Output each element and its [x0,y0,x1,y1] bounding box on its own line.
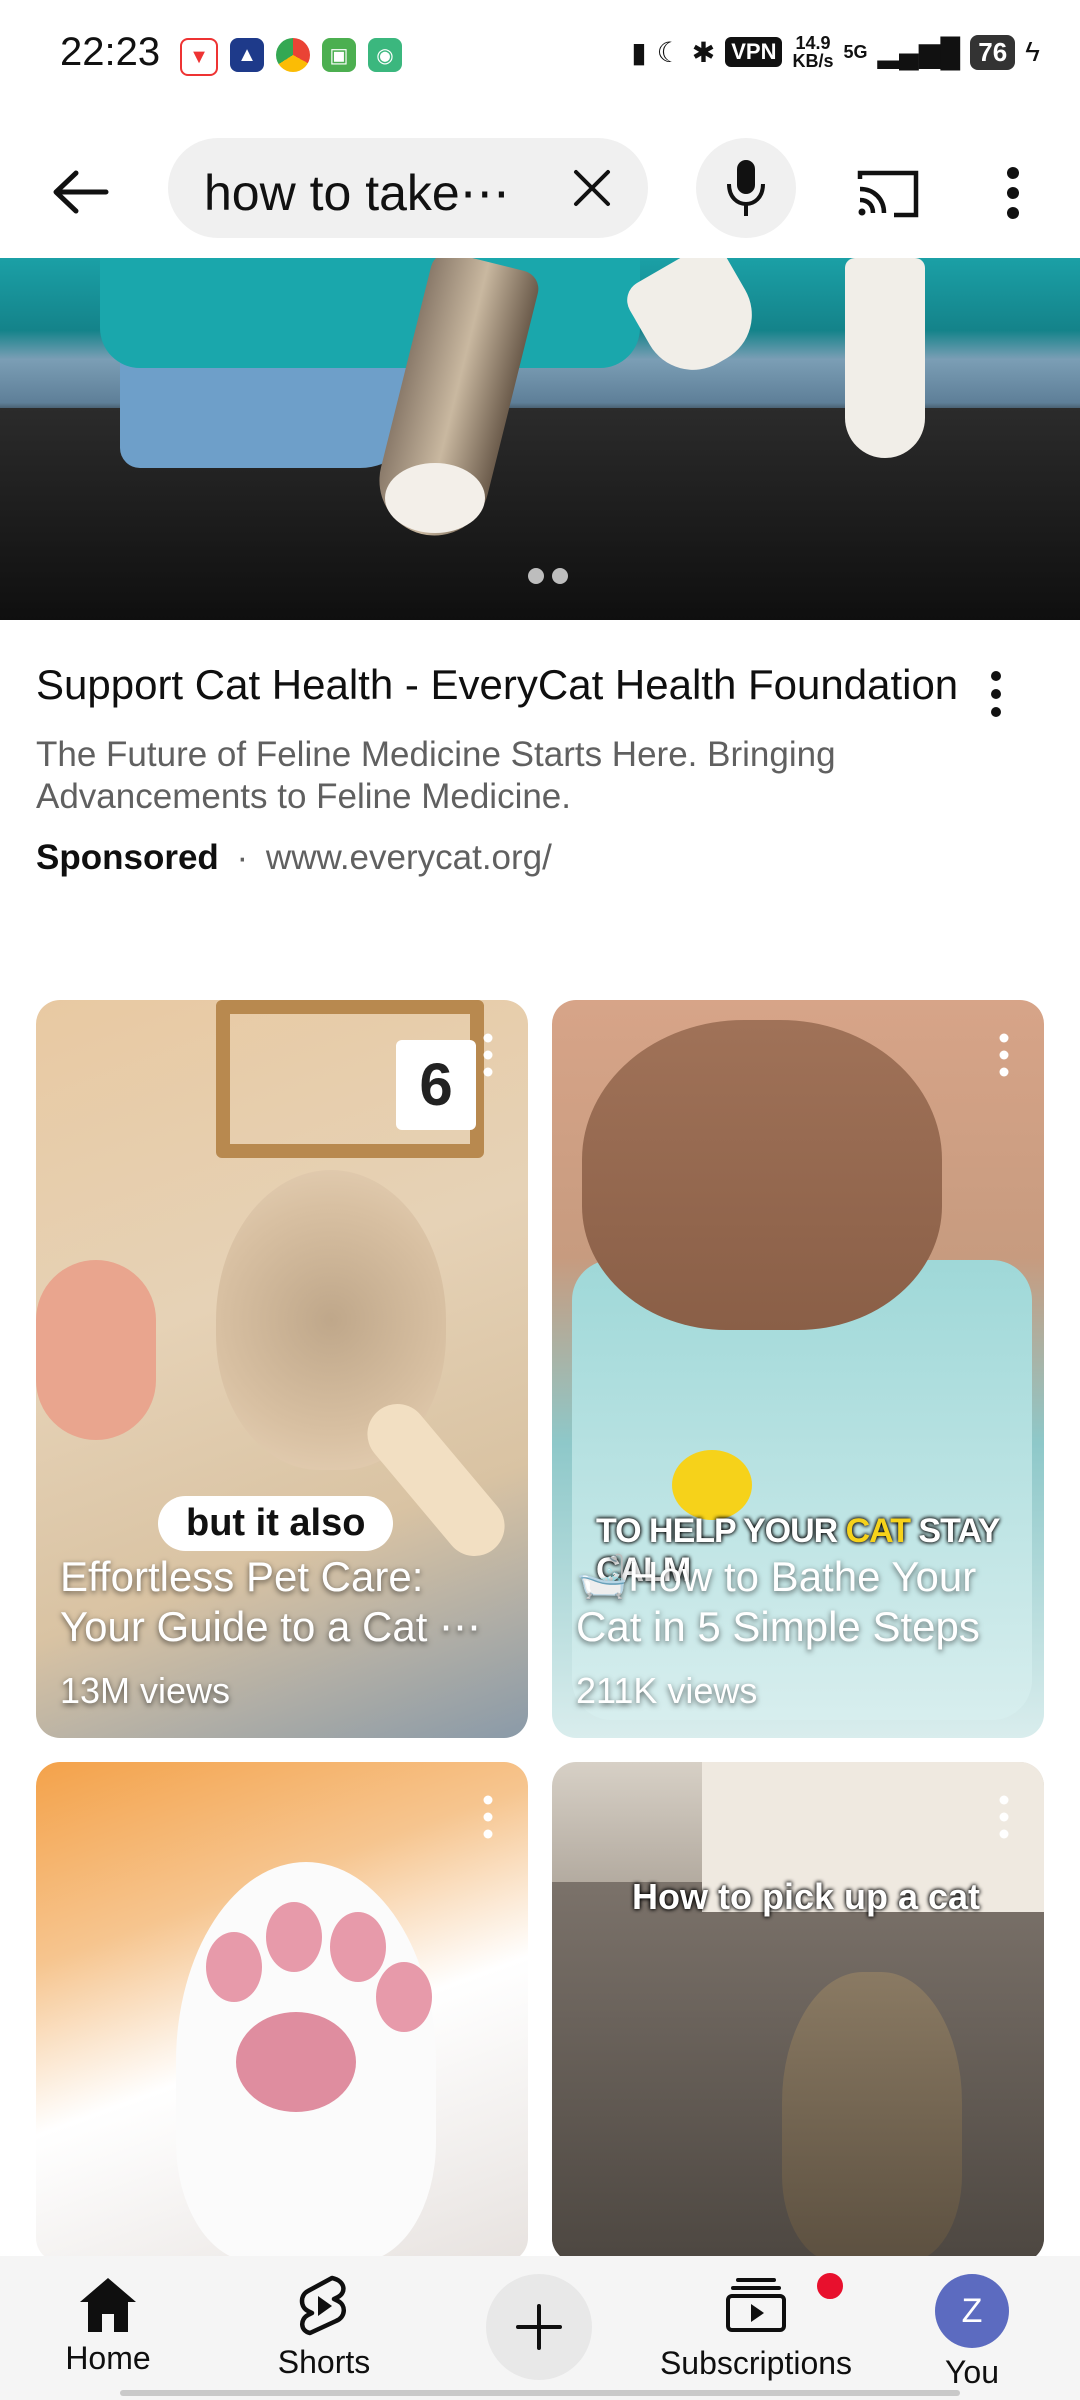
short-card[interactable]: TO HELP YOUR CAT STAY CALM 🛁How to Bathe… [552,1000,1044,1738]
video-overlay-caption: How to pick up a cat [632,1876,981,1917]
meta-separator: · [236,838,249,877]
vertical-dots-icon [999,1033,1009,1077]
nav-shorts[interactable]: Shorts [244,2274,404,2381]
chrome-icon [276,38,310,72]
ad-more-options-button[interactable] [974,664,1018,724]
more-options-button[interactable] [990,158,1036,228]
plus-icon [516,2304,562,2350]
nav-you-label: You [945,2354,999,2390]
short-more-button[interactable] [478,1030,498,1080]
notification-dot [814,2270,846,2302]
short-more-button[interactable] [994,1030,1014,1080]
signal-icon: ▂▄▆█ [877,36,961,68]
vertical-dots-icon [483,1795,493,1839]
rubber-duck [672,1450,752,1520]
bluetooth-icon: ✱ [691,36,716,68]
short-more-button[interactable] [478,1792,498,1842]
app-notification-icon: ▣ [322,38,356,72]
bottom-navigation: Home Shorts Subscriptions Z You [0,2256,1080,2400]
app-notification-icon: ▼ [180,38,218,76]
hotspot-icon: ◉ [368,38,402,72]
ad-meta: Sponsored · www.everycat.org/ [36,838,976,878]
hand [36,1260,156,1440]
home-icon [80,2278,136,2332]
search-header: how to take⋯ [0,130,1080,250]
toe-bean [330,1912,386,1982]
cat-leg [619,258,771,389]
vpn-badge: VPN [725,37,783,67]
charging-icon: ϟ [1025,36,1040,67]
search-box[interactable]: how to take⋯ [168,138,648,238]
nav-home[interactable]: Home [28,2274,188,2377]
status-bar: 22:23 ▼ ▲ ▣ ◉ ▮ ☾ ✱ VPN 14.9 KB/s 5G ▂▄▆… [0,0,1080,110]
cast-icon [857,170,919,218]
paw-pad [236,2012,356,2112]
video-overlay-caption: but it also [158,1496,394,1551]
nav-home-label: Home [65,2340,151,2376]
battery-level: 76 [970,34,1016,70]
short-views: 13M views [60,1670,231,1711]
vertical-dots-icon [999,1795,1009,1839]
subscriptions-icon [726,2278,786,2332]
ad-info[interactable]: Support Cat Health - EveryCat Health Fou… [36,660,976,878]
cast-button[interactable] [848,158,928,228]
short-card[interactable]: How to pick up a cat [552,1762,1044,2262]
moon-icon: ☾ [656,36,682,68]
ad-description: The Future of Feline Medicine Starts Her… [36,735,836,816]
toe-bean [376,1962,432,2032]
cat [782,1972,962,2262]
vertical-dots-icon [991,671,1001,717]
short-card[interactable] [36,1762,528,2262]
vertical-dots-icon [483,1033,493,1077]
number-sign: 6 [396,1040,476,1130]
speed-value: 14.9 [795,33,831,53]
sponsored-label: Sponsored [36,838,219,877]
ad-banner-image[interactable] [0,258,1080,620]
status-time: 22:23 [60,30,161,74]
short-more-button[interactable] [994,1792,1014,1842]
avatar: Z [935,2274,1009,2348]
subscriptions-icon-wrap [724,2270,846,2339]
create-button[interactable] [486,2274,592,2380]
cat-leg [845,258,925,458]
cat-paw [385,463,485,533]
short-card[interactable]: 6 but it also Effortless Pet Care: Your … [36,1000,528,1738]
search-query[interactable]: how to take⋯ [204,164,524,222]
nav-subscriptions-label: Subscriptions [659,2345,853,2381]
back-arrow-icon [53,170,109,214]
app-notification-icon: ▲ [230,38,264,72]
toe-bean [266,1902,322,1972]
status-indicators: ▮ ☾ ✱ VPN 14.9 KB/s 5G ▂▄▆█ 76 ϟ [631,34,1040,70]
ad-title[interactable]: Support Cat Health - EveryCat Health Fou… [36,660,976,710]
nav-shorts-label: Shorts [277,2344,371,2380]
voice-search-button[interactable] [696,138,796,238]
short-title: 🛁How to Bathe Your Cat in 5 Simple Steps [576,1553,980,1650]
carousel-indicator [528,568,568,584]
ad-person-shirt [100,258,640,368]
close-icon [574,170,610,206]
nav-you[interactable]: Z You [892,2274,1052,2391]
network-speed: 14.9 KB/s [792,34,833,70]
cat [582,1020,942,1330]
shorts-icon [299,2275,346,2336]
microphone-icon [727,160,765,216]
notification-icons: ▼ ▲ ▣ ◉ [180,38,402,76]
back-button[interactable] [40,152,120,232]
short-title: Effortless Pet Care: Your Guide to a Cat… [60,1553,482,1650]
nav-subscriptions[interactable]: Subscriptions [660,2270,852,2382]
vibrate-icon: ▮ [631,36,647,68]
network-type: 5G [843,41,868,62]
ad-url[interactable]: www.everycat.org/ [266,838,552,877]
toe-bean [206,1932,262,2002]
vertical-dots-icon [1007,167,1019,219]
clear-search-button[interactable] [564,160,620,216]
speed-unit: KB/s [792,51,834,71]
gesture-bar [120,2390,960,2396]
short-views: 211K views [576,1670,758,1711]
